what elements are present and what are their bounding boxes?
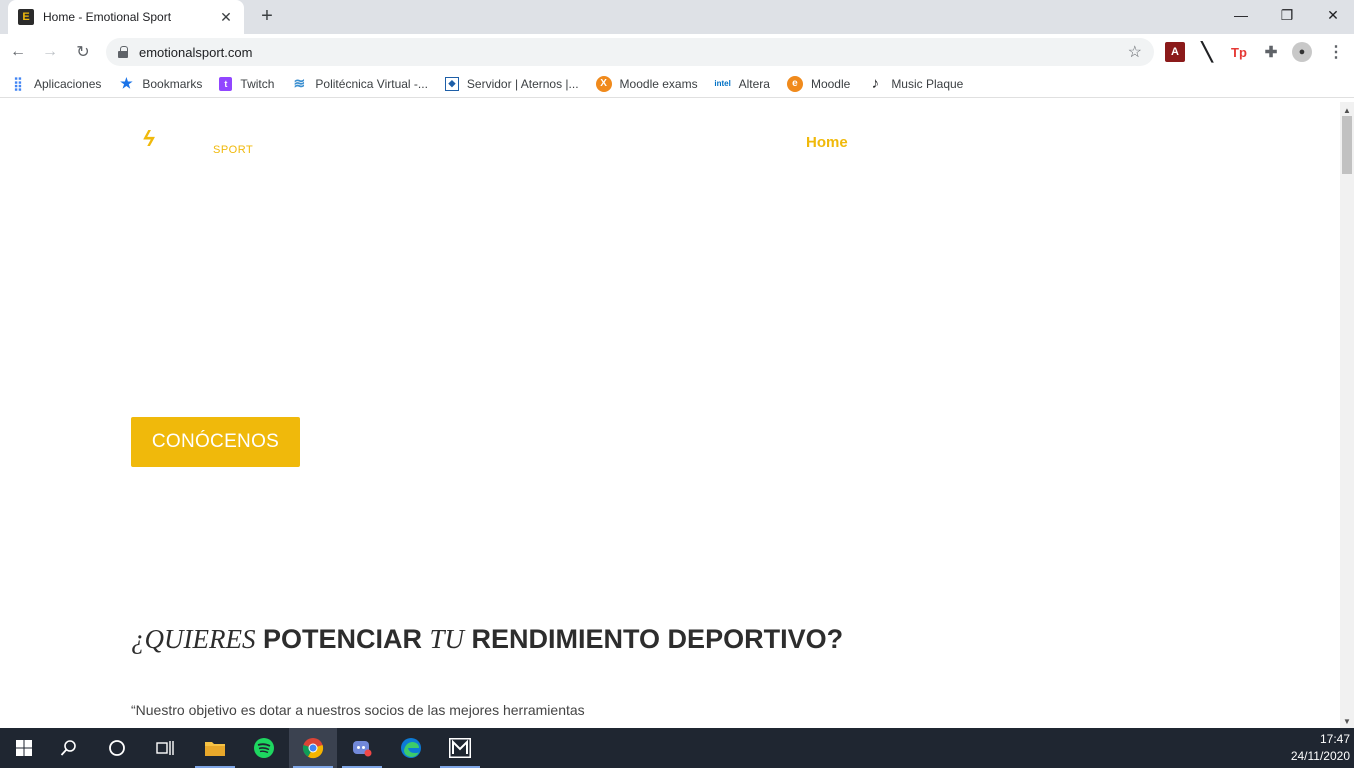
browser-toolbar: ← → ↻ emotionalsport.com ☆ (0, 34, 1354, 70)
bookmarks-bar: ⣿ Aplicaciones ★ Bookmarks t Twitch ≋ Po… (0, 70, 1354, 98)
bookmark-label: Altera (738, 76, 770, 91)
site-logo-icon[interactable]: ϟ (143, 126, 155, 152)
lock-icon[interactable] (118, 46, 128, 58)
bookmark-music-plaque[interactable]: ♪ Music Plaque (867, 75, 964, 92)
bookmark-politecnica[interactable]: ≋ Politécnica Virtual -... (291, 75, 428, 92)
clock-date: 24/11/2020 (1290, 749, 1350, 763)
site-logo-text[interactable]: SPORT (213, 144, 253, 156)
back-icon[interactable]: ← (6, 40, 30, 64)
puzzle-icon[interactable]: ✚ (1261, 42, 1281, 62)
restore-icon[interactable]: ❐ (1264, 0, 1310, 30)
address-url[interactable]: emotionalsport.com (139, 45, 1128, 60)
page-headline: ¿QUIERES POTENCIAR TU RENDIMIENTO DEPORT… (131, 624, 843, 655)
minimize-icon[interactable]: — (1218, 0, 1264, 30)
m-app-icon[interactable] (436, 728, 484, 768)
browser-tab-active[interactable]: E Home - Emotional Sport ✕ (8, 0, 244, 34)
file-explorer-icon[interactable] (191, 728, 239, 768)
discord-icon[interactable] (338, 728, 386, 768)
reload-icon[interactable]: ↻ (71, 40, 95, 64)
acrobat-icon[interactable]: A (1165, 42, 1185, 62)
headline-part-2: POTENCIAR (262, 624, 422, 654)
bookmark-aplicaciones[interactable]: ⣿ Aplicaciones (10, 76, 101, 92)
clock-time: 17:47 (1319, 732, 1350, 746)
tab-close-icon[interactable]: ✕ (218, 9, 234, 26)
chrome-icon[interactable] (289, 728, 337, 768)
browser-titlebar: E Home - Emotional Sport ✕ + — ❐ ✕ (0, 0, 1354, 34)
address-bar[interactable]: emotionalsport.com ☆ (106, 38, 1154, 66)
task-view-icon[interactable] (141, 728, 189, 768)
intro-quote: “Nuestro objetivo es dotar a nuestros so… (131, 702, 585, 718)
bookmark-altera[interactable]: intel Altera (714, 76, 770, 92)
forward-icon[interactable]: → (38, 40, 62, 64)
menu-icon[interactable]: ⋮ (1326, 42, 1346, 62)
bookmark-aternos[interactable]: ◆ Servidor | Aternos |... (444, 76, 579, 91)
upv-icon: ≋ (293, 75, 306, 91)
tab-title: Home - Emotional Sport (43, 10, 172, 24)
twitch-icon: t (219, 76, 233, 91)
nav-home-link[interactable]: Home (806, 134, 848, 151)
spotify-icon[interactable] (240, 728, 288, 768)
window-close-icon[interactable]: ✕ (1310, 0, 1354, 30)
web-page: ϟ SPORT Home CONÓCENOS ¿QUIERES POTENCIA… (0, 102, 1340, 728)
windows-start-icon[interactable] (0, 728, 48, 768)
edge-icon[interactable] (387, 728, 435, 768)
bookmark-label: Moodle exams (619, 76, 698, 91)
apps-grid-icon: ⣿ (13, 75, 23, 91)
bookmark-twitch[interactable]: t Twitch (219, 76, 275, 91)
bookmark-bookmarks[interactable]: ★ Bookmarks (118, 75, 203, 92)
music-note-icon: ♪ (871, 75, 880, 92)
conocenos-button[interactable]: CONÓCENOS (131, 417, 300, 467)
aternos-icon: ◆ (444, 76, 459, 91)
headline-part-4: RENDIMIENTO DEPORTIVO? (471, 624, 844, 654)
scroll-up-icon[interactable]: ▲ (1343, 106, 1351, 115)
bookmark-label: Servidor | Aternos |... (466, 76, 579, 91)
search-icon[interactable] (45, 728, 93, 768)
bookmark-label: Music Plaque (891, 76, 964, 91)
bookmark-label: Moodle (810, 76, 851, 91)
bookmark-label: Twitch (240, 76, 275, 91)
bookmark-moodle-exams[interactable]: X Moodle exams (595, 75, 698, 92)
slash-icon[interactable]: ╲ (1197, 42, 1217, 62)
headline-part-3: TU (429, 624, 465, 654)
bookmark-label: Bookmarks (142, 76, 203, 91)
cortana-icon[interactable] (93, 728, 141, 768)
bookmark-label: Aplicaciones (34, 76, 102, 91)
star-icon: ★ (120, 75, 133, 91)
system-clock[interactable]: 17:47 24/11/2020 (1291, 731, 1350, 765)
windows-taskbar: 17:47 24/11/2020 (0, 728, 1354, 768)
site-favicon-icon: E (18, 9, 34, 25)
moodle-exams-icon: X (595, 75, 612, 92)
scrollbar-thumb[interactable] (1342, 116, 1352, 174)
tp-icon[interactable]: Tp (1229, 42, 1249, 62)
scroll-down-icon[interactable]: ▼ (1343, 717, 1351, 726)
bookmark-moodle[interactable]: e Moodle (786, 75, 851, 92)
bookmark-star-icon[interactable]: ☆ (1128, 42, 1142, 62)
moodle-icon: e (786, 75, 803, 92)
headline-part-1: ¿QUIERES (131, 624, 256, 654)
intel-icon: intel (714, 79, 731, 88)
bookmark-label: Politécnica Virtual -... (315, 76, 428, 91)
new-tab-button[interactable]: + (256, 5, 278, 27)
page-scrollbar[interactable]: ▲ ▼ (1340, 102, 1354, 728)
profile-icon[interactable]: ● (1292, 42, 1312, 62)
